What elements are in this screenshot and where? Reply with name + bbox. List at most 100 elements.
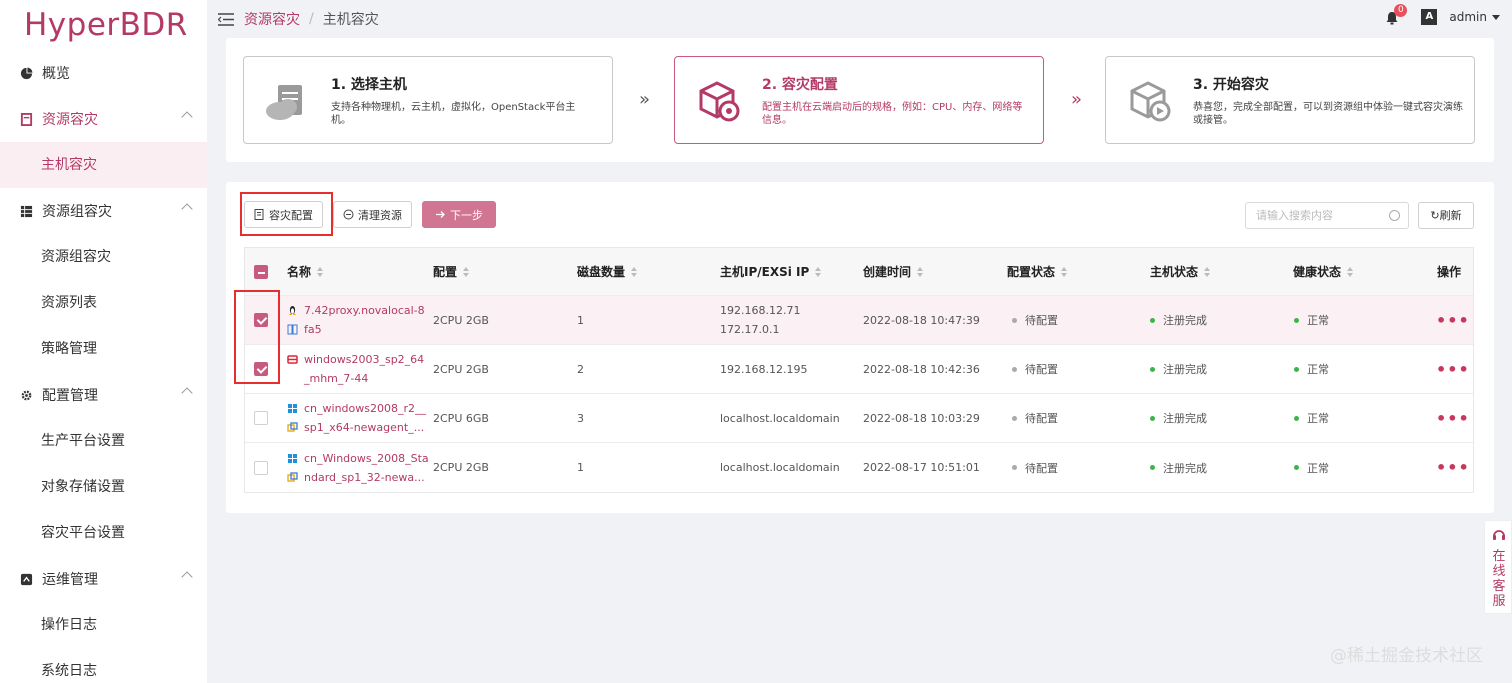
ip-cell: 192.168.12.71 172.17.0.1 — [720, 296, 800, 344]
sort-icon[interactable] — [631, 266, 638, 277]
config-cell: 2CPU 2GB — [433, 313, 489, 327]
sidebar-item-dr-platform[interactable]: 容灾平台设置 — [0, 510, 207, 556]
health-status: 正常 — [1307, 461, 1329, 475]
sidebar-item-overview[interactable]: 概览 — [0, 50, 207, 96]
arrow-right-icon — [436, 211, 445, 218]
sidebar-item-sys-log[interactable]: 系统日志 — [0, 648, 207, 683]
host-name-cell[interactable]: cn_windows2008_r2__ sp1_x64-newagent_... — [287, 394, 426, 442]
sidebar-item-resource-dr[interactable]: 资源容灾 — [0, 96, 207, 142]
menu-collapse-icon[interactable] — [218, 12, 234, 26]
sort-icon[interactable] — [815, 266, 822, 277]
host-name-continued[interactable]: _mhm_7-44 — [304, 372, 368, 385]
table-row[interactable]: cn_windows2008_r2__ sp1_x64-newagent_...… — [245, 394, 1473, 443]
step-title: 1. 选择主机 — [331, 77, 407, 93]
host-name-continued[interactable]: sp1_x64-newagent_... — [304, 421, 424, 434]
sidebar-item-policy[interactable]: 策略管理 — [0, 326, 207, 372]
column-header[interactable]: 创建时间 — [863, 248, 924, 295]
more-actions-icon[interactable]: ••• — [1436, 296, 1470, 344]
refresh-button[interactable]: ↻刷新 — [1418, 202, 1474, 229]
host-name[interactable]: cn_Windows_2008_Sta — [304, 452, 429, 465]
disk-count-cell: 3 — [577, 411, 584, 425]
column-header[interactable]: 磁盘数量 — [577, 248, 638, 295]
status-dot — [1294, 366, 1299, 372]
host-name[interactable]: cn_windows2008_r2__ — [304, 402, 426, 415]
host-status-cell: 注册完成 — [1150, 296, 1207, 344]
language-icon[interactable]: A — [1421, 9, 1438, 25]
host-name-cell[interactable]: 7.42proxy.novalocal-8 fa5 — [287, 296, 425, 344]
column-header[interactable]: 健康状态 — [1293, 248, 1354, 295]
row-checkbox[interactable] — [254, 411, 268, 425]
row-select-cell — [254, 443, 268, 492]
sidebar-item-prod-platform[interactable]: 生产平台设置 — [0, 418, 207, 464]
column-header[interactable]: 配置状态 — [1007, 248, 1068, 295]
host-name-continued[interactable]: fa5 — [304, 323, 322, 336]
online-service-widget[interactable]: 在线客服 — [1484, 520, 1512, 614]
column-header[interactable]: 配置 — [433, 248, 470, 295]
more-actions-icon[interactable]: ••• — [1436, 345, 1470, 393]
sidebar-item-object-storage[interactable]: 对象存储设置 — [0, 464, 207, 510]
column-label: 磁盘数量 — [577, 265, 626, 279]
clean-resource-button[interactable]: 清理资源 — [333, 201, 412, 228]
notification-button[interactable]: 0 — [1385, 4, 1408, 25]
user-menu[interactable]: admin — [1449, 10, 1487, 24]
step-description: 配置主机在云端启动后的规格，例如：CPU、内存、网络等信息。 — [762, 102, 1023, 126]
clean-resource-label: 清理资源 — [358, 208, 402, 222]
more-actions-icon[interactable]: ••• — [1436, 443, 1470, 492]
select-all-checkbox[interactable] — [254, 264, 268, 279]
windows-icon — [288, 453, 297, 463]
config-status: 待配置 — [1025, 412, 1058, 425]
health-status-cell: 正常 — [1294, 345, 1329, 393]
host-name[interactable]: windows2003_sp2_64 — [304, 353, 424, 366]
online-service-label: 在线客服 — [1492, 549, 1506, 609]
more-actions-icon[interactable]: ••• — [1436, 394, 1470, 442]
created-time-cell: 2022-08-17 10:51:01 — [863, 461, 980, 474]
sidebar-item-resource-list[interactable]: 资源列表 — [0, 280, 207, 326]
row-checkbox[interactable] — [254, 460, 268, 475]
next-step-button[interactable]: 下一步 — [422, 201, 496, 228]
sort-icon[interactable] — [1061, 266, 1068, 277]
column-header[interactable]: 主机状态 — [1150, 248, 1211, 295]
status-dot — [1150, 317, 1155, 323]
host-name-cell[interactable]: cn_Windows_2008_Sta ndard_sp1_32-newa... — [287, 443, 429, 492]
column-label: 创建时间 — [863, 265, 912, 279]
column-label: 健康状态 — [1293, 265, 1342, 279]
sidebar-item-group-dr[interactable]: 资源组容灾 — [0, 188, 207, 234]
config-cell: 2CPU 6GB — [433, 411, 489, 425]
config-status: 待配置 — [1025, 314, 1058, 327]
sidebar-item-host-dr[interactable]: 主机容灾 — [0, 142, 207, 188]
config-status: 待配置 — [1025, 363, 1058, 376]
vm-icon — [287, 324, 298, 335]
sort-icon[interactable] — [1347, 266, 1354, 277]
host-name-line: fa5 — [287, 320, 322, 339]
host-name[interactable]: 7.42proxy.novalocal-8 — [304, 304, 425, 317]
sort-icon[interactable] — [463, 266, 470, 277]
sort-icon[interactable] — [317, 266, 324, 277]
column-header[interactable]: 名称 — [287, 248, 324, 295]
sort-icon[interactable] — [1204, 266, 1211, 277]
sidebar-item-ops[interactable]: 运维管理 — [0, 556, 207, 602]
ops-icon — [20, 573, 33, 585]
sidebar-item-group-dr-sub[interactable]: 资源组容灾 — [0, 234, 207, 280]
sort-icon[interactable] — [917, 266, 924, 277]
host-name-continued[interactable]: ndard_sp1_32-newa... — [304, 471, 425, 484]
table-row[interactable]: cn_Windows_2008_Sta ndard_sp1_32-newa...… — [245, 443, 1473, 492]
sidebar-item-config[interactable]: 配置管理 — [0, 372, 207, 418]
host-name-line: ndard_sp1_32-newa... — [287, 468, 425, 487]
health-status: 正常 — [1307, 363, 1329, 376]
caret-down-icon[interactable] — [1492, 14, 1500, 20]
app-logo[interactable]: HyperBDR — [0, 0, 207, 50]
column-header[interactable]: 主机IP/EXSi IP — [720, 248, 822, 295]
breadcrumb-item[interactable]: 资源容灾 — [244, 9, 300, 29]
group-icon — [20, 205, 33, 217]
config-cell: 2CPU 2GB — [433, 461, 489, 474]
windows-icon — [288, 404, 297, 413]
table-row[interactable]: 7.42proxy.novalocal-8 fa5 2CPU 2GB 1 192… — [245, 296, 1473, 345]
health-status-cell: 正常 — [1294, 296, 1329, 344]
table-row[interactable]: windows2003_sp2_64 _mhm_7-44 2CPU 2GB 2 … — [245, 345, 1473, 394]
health-status: 正常 — [1307, 412, 1329, 425]
gear-icon — [21, 390, 32, 400]
host-name-cell[interactable]: windows2003_sp2_64 _mhm_7-44 — [287, 345, 424, 393]
config-cell: 2CPU 2GB — [433, 362, 489, 376]
sidebar-item-op-log[interactable]: 操作日志 — [0, 602, 207, 648]
search-input[interactable]: 请输入搜索内容 — [1245, 202, 1409, 229]
